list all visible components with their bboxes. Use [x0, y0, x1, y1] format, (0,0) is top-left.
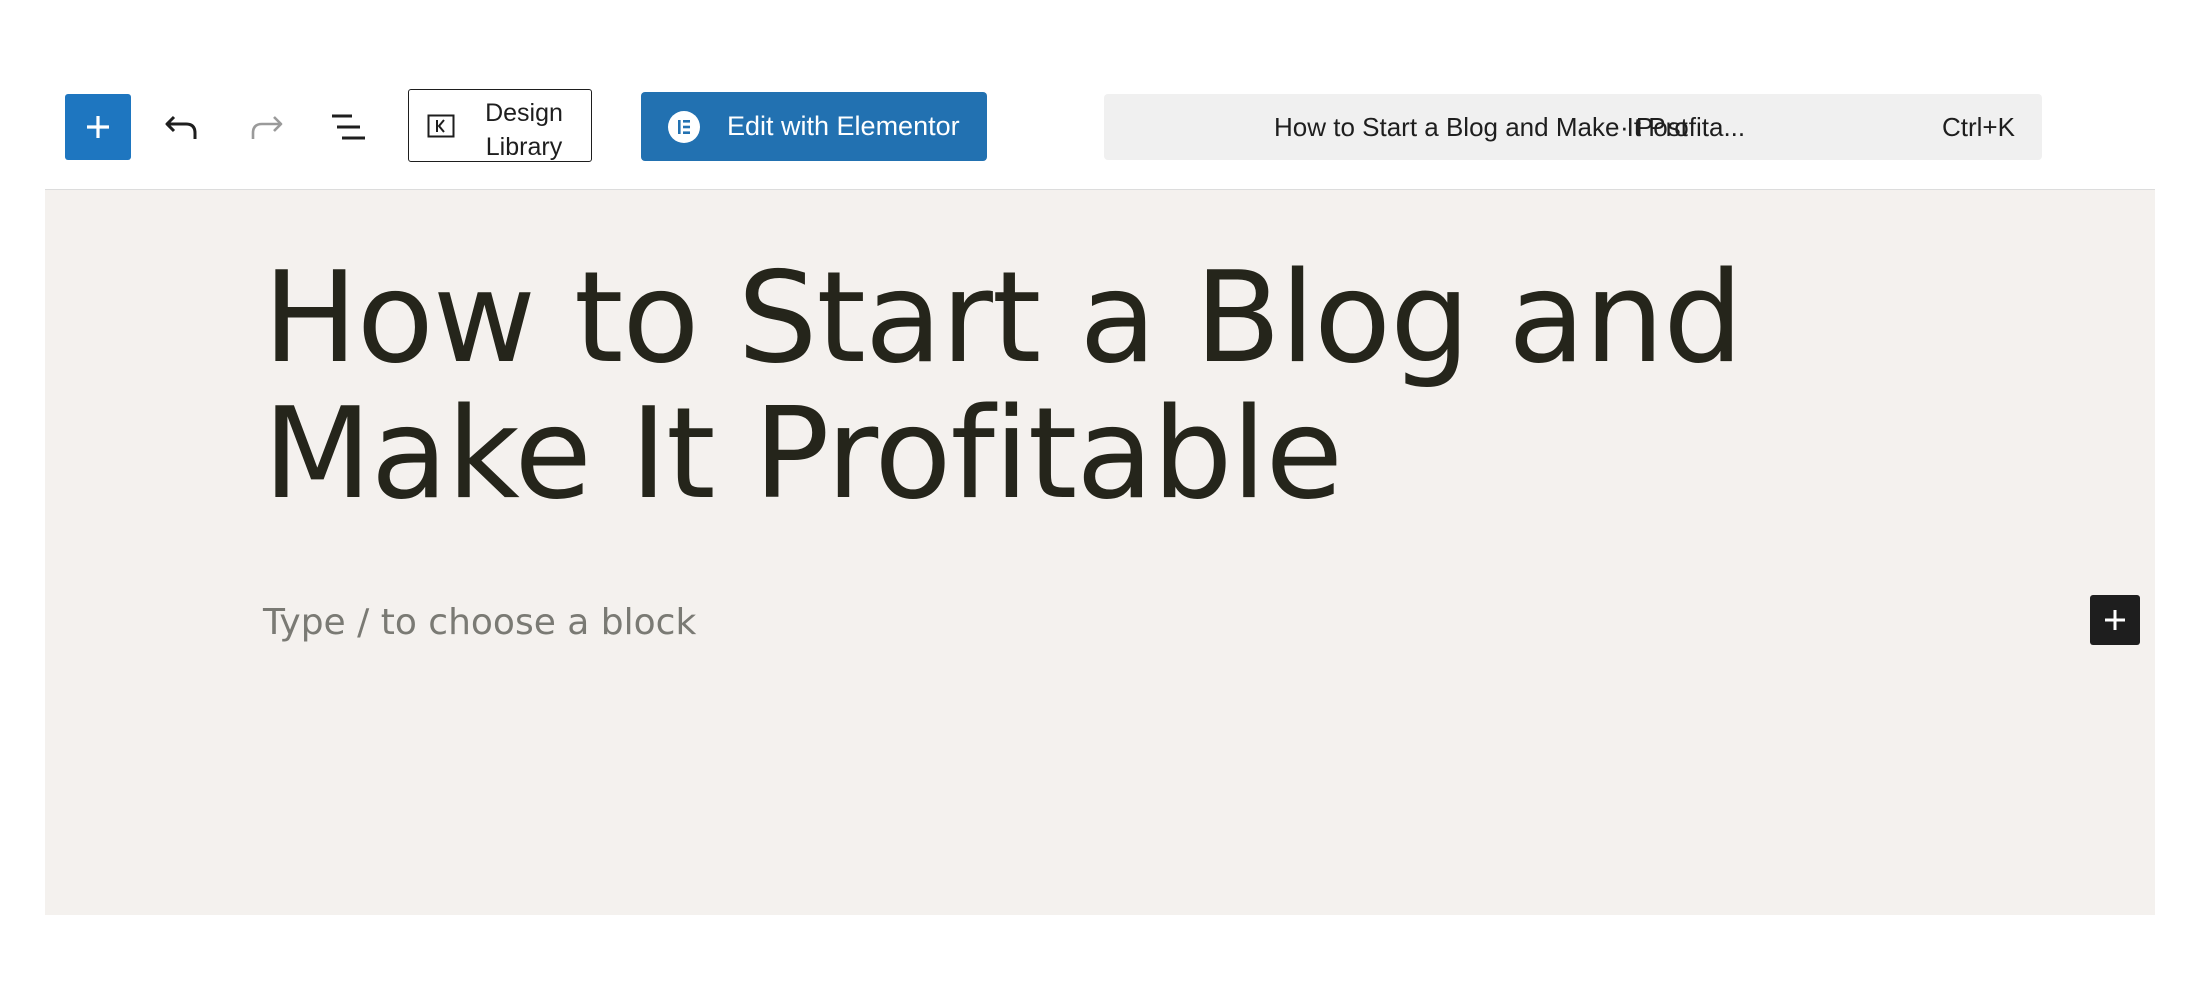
design-library-label: Design Library: [485, 99, 563, 161]
list-view-button[interactable]: [315, 94, 381, 160]
edit-with-elementor-button[interactable]: Edit with Elementor: [641, 92, 987, 161]
plus-icon: [2105, 610, 2125, 630]
add-block-button[interactable]: [65, 94, 131, 160]
editor-toolbar: Design Library Edit with Elementor How t…: [45, 82, 2155, 190]
document-bar[interactable]: How to Start a Blog and Make It Profita.…: [1104, 94, 2042, 160]
editor-canvas: How to Start a Blog and Make It Profitab…: [45, 190, 2155, 915]
plus-icon: [87, 116, 109, 138]
command-palette-shortcut: Ctrl+K: [1942, 112, 2015, 142]
post-title[interactable]: How to Start a Blog and Make It Profitab…: [263, 250, 1963, 522]
undo-icon: [165, 115, 197, 139]
list-view-icon: [332, 114, 365, 140]
inline-add-block-button[interactable]: [2090, 595, 2140, 645]
design-library-button[interactable]: Design Library: [408, 89, 592, 162]
redo-icon: [251, 116, 283, 139]
document-post-type: · Post: [1620, 112, 1688, 142]
elementor-icon: [668, 111, 700, 143]
undo-button[interactable]: [149, 94, 215, 160]
redo-button[interactable]: [233, 94, 299, 160]
kadence-library-icon: [427, 114, 455, 138]
block-placeholder[interactable]: Type / to choose a block: [263, 602, 696, 643]
edit-with-elementor-label: Edit with Elementor: [727, 111, 960, 141]
